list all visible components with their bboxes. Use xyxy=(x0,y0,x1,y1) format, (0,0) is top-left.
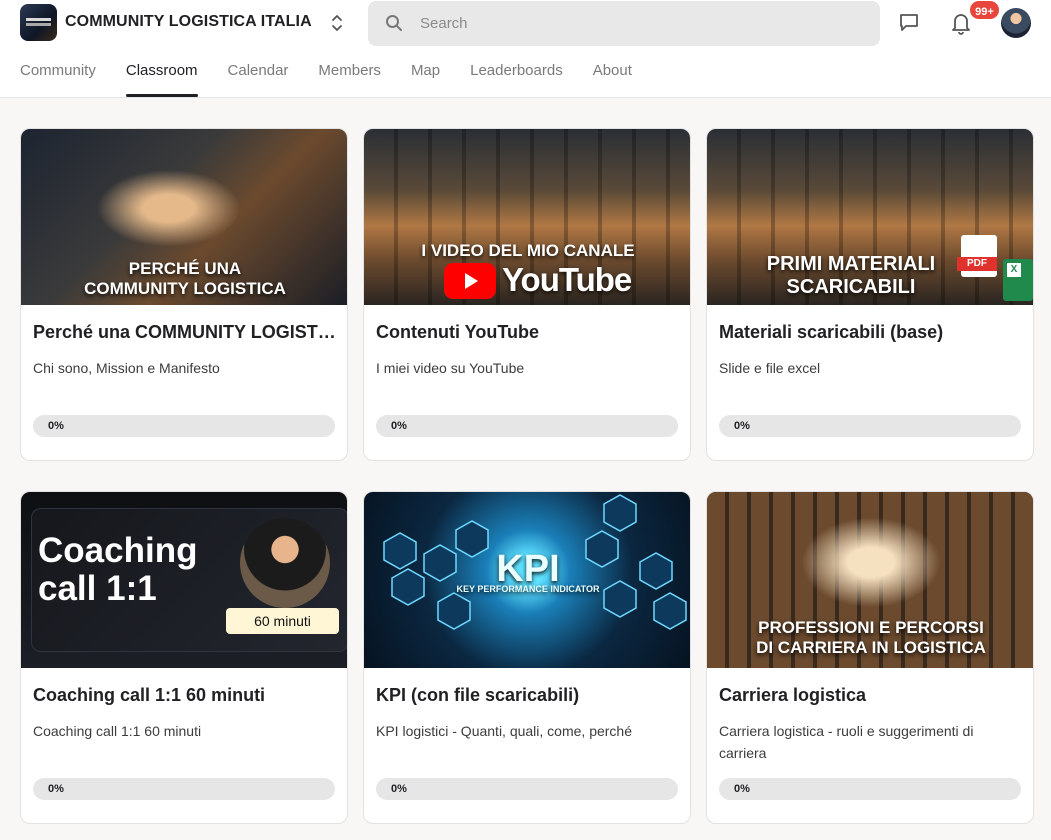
course-title: KPI (con file scaricabili) xyxy=(376,685,580,705)
course-thumbnail: KPI KEY PERFORMANCE INDICATOR xyxy=(364,492,690,668)
tab-about[interactable]: About xyxy=(593,54,632,98)
tab-community[interactable]: Community xyxy=(20,54,96,98)
course-progress-bar: 0% xyxy=(33,415,335,437)
course-title: Coaching call 1:1 60 minuti xyxy=(33,685,266,705)
coach-portrait xyxy=(240,518,330,608)
thumbnail-caption: PROFESSIONI E PERCORSI DI CARRIERA IN LO… xyxy=(756,618,986,657)
progress-label: 0% xyxy=(48,420,64,432)
youtube-play-icon xyxy=(444,263,496,299)
course-progress-bar: 0% xyxy=(719,778,1021,800)
youtube-wordmark: YouTube xyxy=(502,261,632,298)
pdf-label: PDF xyxy=(957,257,997,271)
thumbnail-caption: Coaching call 1:1 xyxy=(38,531,198,608)
progress-label: 0% xyxy=(734,783,750,795)
course-description: KPI logistici - Quanti, quali, come, per… xyxy=(376,723,633,739)
progress-label: 0% xyxy=(391,783,407,795)
course-thumbnail: Coaching call 1:1 60 minuti xyxy=(21,492,347,668)
course-title: Perché una COMMUNITY LOGISTICA ITALIA xyxy=(33,322,338,342)
pdf-file-icon: PDF xyxy=(957,235,997,277)
search-input[interactable] xyxy=(420,1,860,46)
tab-calendar[interactable]: Calendar xyxy=(228,54,289,98)
course-card-contenuti-youtube[interactable]: I VIDEO DEL MIO CANALE YouTube Contenuti… xyxy=(363,128,691,461)
main-nav: Community Classroom Calendar Members Map… xyxy=(20,54,662,98)
course-card-perche-community[interactable]: PERCHÉ UNA COMMUNITY LOGISTICA Perché un… xyxy=(20,128,348,461)
tab-leaderboards[interactable]: Leaderboards xyxy=(470,54,563,98)
course-thumbnail: PROFESSIONI E PERCORSI DI CARRIERA IN LO… xyxy=(707,492,1033,668)
tab-classroom[interactable]: Classroom xyxy=(125,54,198,98)
thumbnail-caption: I VIDEO DEL MIO CANALE xyxy=(421,241,635,260)
duration-label: 60 minuti xyxy=(226,608,339,634)
course-description: I miei video su YouTube xyxy=(376,360,525,376)
tab-map[interactable]: Map xyxy=(411,54,440,98)
course-description: Coaching call 1:1 60 minuti xyxy=(33,723,202,739)
course-thumbnail: I VIDEO DEL MIO CANALE YouTube xyxy=(364,129,690,305)
course-thumbnail: PERCHÉ UNA COMMUNITY LOGISTICA xyxy=(21,129,347,305)
search-icon xyxy=(386,15,402,31)
community-name[interactable]: COMMUNITY LOGISTICA ITALIA xyxy=(65,13,312,31)
top-header: COMMUNITY LOGISTICA ITALIA 99+ Community… xyxy=(0,0,1051,98)
user-avatar[interactable] xyxy=(1001,8,1031,38)
progress-label: 0% xyxy=(391,420,407,432)
thumbnail-subcaption: KEY PERFORMANCE INDICATOR xyxy=(456,584,600,594)
progress-label: 0% xyxy=(734,420,750,432)
community-logo[interactable] xyxy=(20,4,57,41)
search-bar[interactable] xyxy=(368,1,880,46)
course-title: Carriera logistica xyxy=(719,685,867,705)
course-card-materiali-scaricabili[interactable]: PRIMI MATERIALI SCARICABILI PDF X Materi… xyxy=(706,128,1034,461)
course-card-carriera-logistica[interactable]: PROFESSIONI E PERCORSI DI CARRIERA IN LO… xyxy=(706,491,1034,824)
course-card-kpi[interactable]: KPI KEY PERFORMANCE INDICATOR KPI (con f… xyxy=(363,491,691,824)
course-description: Carriera logistica - ruoli e suggeriment… xyxy=(719,723,974,761)
course-thumbnail: PRIMI MATERIALI SCARICABILI PDF X xyxy=(707,129,1033,305)
chat-icon[interactable] xyxy=(897,10,921,34)
thumbnail-caption: PERCHÉ UNA COMMUNITY LOGISTICA xyxy=(84,259,286,298)
course-progress-bar: 0% xyxy=(376,415,678,437)
course-card-coaching-call[interactable]: Coaching call 1:1 60 minuti Coaching cal… xyxy=(20,491,348,824)
chevron-up-down-icon[interactable] xyxy=(330,12,344,34)
notification-badge: 99+ xyxy=(968,0,1001,21)
course-progress-bar: 0% xyxy=(33,778,335,800)
course-progress-bar: 0% xyxy=(376,778,678,800)
course-description: Slide e file excel xyxy=(719,360,821,376)
tab-members[interactable]: Members xyxy=(318,54,381,98)
course-progress-bar: 0% xyxy=(719,415,1021,437)
course-title: Contenuti YouTube xyxy=(376,322,539,342)
excel-label: X xyxy=(1007,263,1021,277)
course-description: Chi sono, Mission e Manifesto xyxy=(33,360,220,376)
excel-file-icon: X xyxy=(1003,259,1033,301)
progress-label: 0% xyxy=(48,783,64,795)
course-title: Materiali scaricabili (base) xyxy=(719,322,944,342)
